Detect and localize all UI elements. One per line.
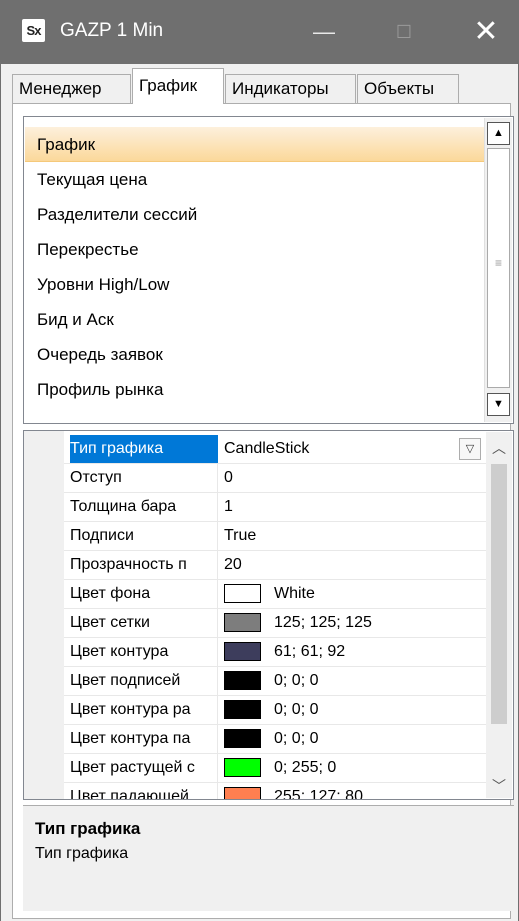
list-item-current-price[interactable]: Текущая цена (25, 162, 484, 197)
list-scrollbar[interactable]: ▲ ≡ ▼ (484, 118, 512, 422)
property-value[interactable]: CandleStick (224, 435, 487, 463)
color-value-text: 125; 125; 125 (274, 614, 372, 631)
property-name: Цвет падающей (70, 783, 218, 799)
description-text: Тип графика (35, 845, 129, 862)
property-name: Прозрачность п (70, 551, 218, 579)
property-grid-margin (24, 431, 64, 799)
color-value-text: 0; 0; 0 (274, 730, 319, 747)
color-value-text: 0; 0; 0 (274, 701, 319, 718)
color-value-text: 0; 0; 0 (274, 672, 319, 689)
property-value[interactable]: 20 (224, 551, 487, 579)
list-item-market-profile[interactable]: Профиль рынка (25, 372, 484, 407)
color-swatch[interactable] (224, 787, 261, 799)
color-value-text: 61; 61; 92 (274, 643, 346, 660)
property-value[interactable]: True (224, 522, 487, 550)
property-row[interactable]: Цвет падающей 255; 127; 80 (64, 783, 487, 800)
window-title: GAZP 1 Min (60, 20, 164, 41)
tab-indicators[interactable]: Индикаторы (225, 74, 356, 103)
property-row[interactable]: Тип графика CandleStick ▽ (64, 435, 487, 464)
property-name: Цвет контура па (70, 725, 218, 753)
window-border-left (0, 64, 1, 921)
color-swatch[interactable] (224, 642, 261, 661)
color-swatch[interactable] (224, 671, 261, 690)
maximize-button[interactable]: ☐ (384, 14, 424, 50)
property-row[interactable]: Цвет фона White (64, 580, 487, 609)
grip-icon: ≡ (494, 256, 502, 270)
description-title: Тип графика (35, 819, 141, 838)
chevron-down-icon[interactable]: ▽ (459, 438, 481, 460)
property-name: Отступ (70, 464, 218, 492)
close-button[interactable]: ✕ (466, 14, 506, 50)
list-item-order-queue[interactable]: Очередь заявок (25, 337, 484, 372)
property-row[interactable]: Толщина бара 1 (64, 493, 487, 522)
property-row[interactable]: Цвет контура па 0; 0; 0 (64, 725, 487, 754)
scroll-down-arrow-icon[interactable]: ▼ (487, 393, 510, 416)
property-row[interactable]: Подписи True (64, 522, 487, 551)
tab-manager[interactable]: Менеджер (12, 74, 131, 103)
color-property-value[interactable]: 0; 0; 0 (224, 667, 487, 695)
settings-category-list[interactable]: График Текущая цена Разделители сессий П… (23, 116, 514, 424)
list-scroll-thumb[interactable]: ≡ (487, 148, 510, 388)
property-row[interactable]: Отступ 0 (64, 464, 487, 493)
color-property-value[interactable]: 125; 125; 125 (224, 609, 487, 637)
color-value-text: 255; 127; 80 (274, 788, 363, 800)
property-name: Толщина бара (70, 493, 218, 521)
property-grid-scroll-thumb[interactable] (491, 464, 507, 724)
tab-objects[interactable]: Объекты (357, 74, 459, 103)
color-swatch[interactable] (224, 729, 261, 748)
property-name: Цвет подписей (70, 667, 218, 695)
color-property-value[interactable]: 0; 255; 0 (224, 754, 487, 782)
color-value-text: White (274, 585, 315, 602)
list-item-chart[interactable]: График (25, 127, 484, 162)
tab-chart[interactable]: График (132, 68, 224, 104)
property-row[interactable]: Прозрачность п 20 (64, 551, 487, 580)
property-row[interactable]: Цвет растущей с 0; 255; 0 (64, 754, 487, 783)
minimize-button[interactable]: — (304, 14, 344, 50)
color-property-value[interactable]: 0; 0; 0 (224, 725, 487, 753)
color-swatch[interactable] (224, 584, 261, 603)
property-name: Цвет контура ра (70, 696, 218, 724)
color-swatch[interactable] (224, 613, 261, 632)
chevron-down-icon[interactable]: ﹀ (486, 776, 512, 796)
property-row[interactable]: Цвет сетки 125; 125; 125 (64, 609, 487, 638)
property-name: Цвет контура (70, 638, 218, 666)
title-bar[interactable]: Sx GAZP 1 Min — ☐ ✕ (0, 0, 519, 64)
list-item-session-separators[interactable]: Разделители сессий (25, 197, 484, 232)
chevron-up-icon[interactable]: ︿ (486, 438, 512, 458)
tab-strip: Менеджер График Индикаторы Объекты (12, 68, 512, 104)
property-description-panel: Тип графика Тип графика (23, 805, 514, 911)
property-row[interactable]: Цвет контура 61; 61; 92 (64, 638, 487, 667)
property-row[interactable]: Цвет подписей 0; 0; 0 (64, 667, 487, 696)
color-property-value[interactable]: 61; 61; 92 (224, 638, 487, 666)
color-value-text: 0; 255; 0 (274, 759, 337, 776)
list-item-high-low-levels[interactable]: Уровни High/Low (25, 267, 484, 302)
color-swatch[interactable] (224, 700, 261, 719)
app-logo-icon: Sx (22, 19, 45, 42)
color-property-value[interactable]: White (224, 580, 487, 608)
color-property-value[interactable]: 255; 127; 80 (224, 783, 487, 800)
property-name: Цвет сетки (70, 609, 218, 637)
property-value[interactable]: 0 (224, 464, 487, 492)
property-grid[interactable]: Тип графика CandleStick ▽ Отступ 0 Толщи… (23, 430, 514, 800)
property-name: Цвет фона (70, 580, 218, 608)
property-grid-scrollbar[interactable]: ︿ ﹀ (486, 432, 512, 798)
list-item-crosshair[interactable]: Перекрестье (25, 232, 484, 267)
scroll-up-arrow-icon[interactable]: ▲ (487, 122, 510, 145)
property-value[interactable]: 1 (224, 493, 487, 521)
property-name: Цвет растущей с (70, 754, 218, 782)
property-name: Тип графика (70, 435, 218, 463)
color-swatch[interactable] (224, 758, 261, 777)
property-row[interactable]: Цвет контура ра 0; 0; 0 (64, 696, 487, 725)
color-property-value[interactable]: 0; 0; 0 (224, 696, 487, 724)
list-item-bid-ask[interactable]: Бид и Аск (25, 302, 484, 337)
property-name: Подписи (70, 522, 218, 550)
